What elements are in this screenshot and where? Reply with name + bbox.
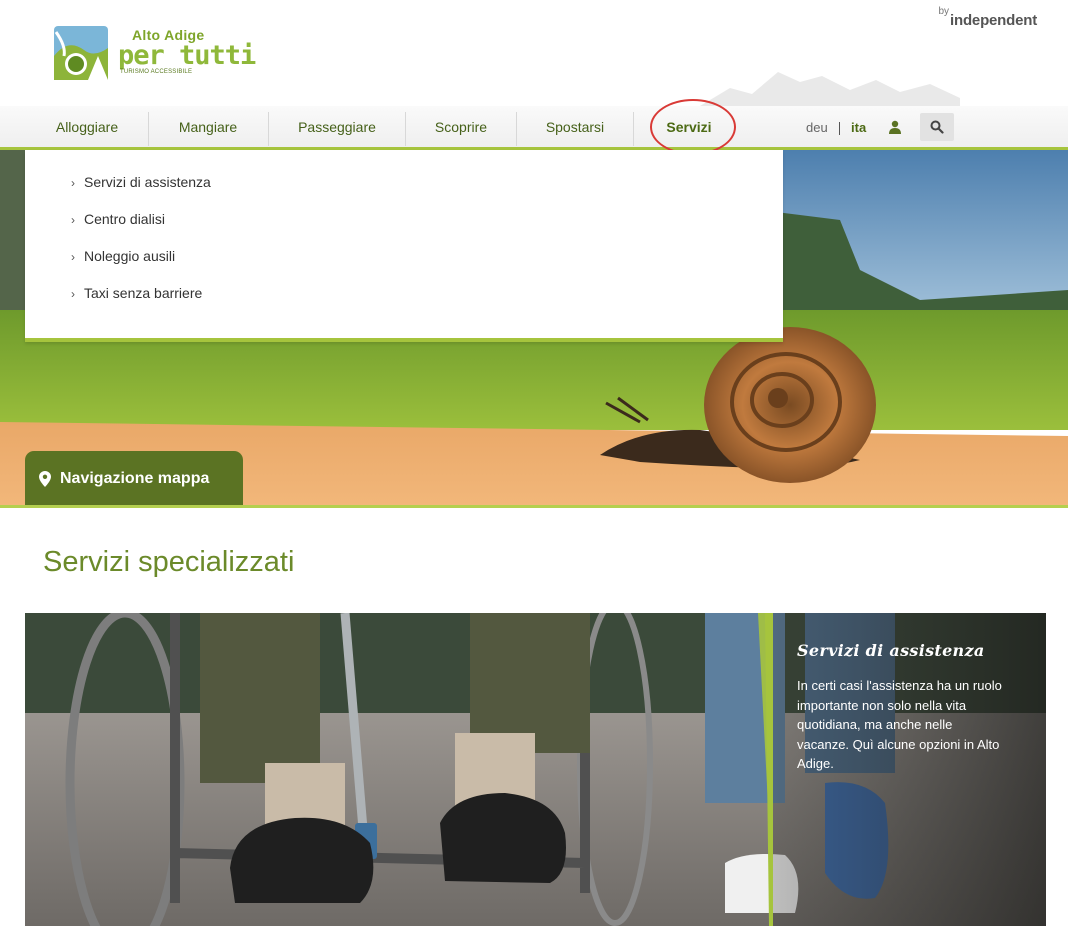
dropdown-item-servizi-di-assistenza[interactable]: › Servizi di assistenza: [71, 174, 211, 190]
site-logo[interactable]: Alto Adige per tutti TURISMO ACCESSIBILE: [54, 26, 256, 80]
dropdown-item-noleggio-ausili[interactable]: › Noleggio ausili: [71, 248, 175, 264]
nav-divider: [148, 112, 149, 146]
independent-logo[interactable]: by independent: [938, 6, 1037, 29]
nav-item-servizi[interactable]: Servizi: [640, 106, 738, 147]
search-button[interactable]: [920, 113, 954, 141]
dropdown-item-taxi-senza-barriere[interactable]: › Taxi senza barriere: [71, 285, 202, 301]
dropdown-item-label: Noleggio ausili: [84, 248, 176, 264]
user-icon[interactable]: [888, 120, 902, 139]
nav-item-spostarsi[interactable]: Spostarsi: [520, 106, 630, 147]
nav-divider: [268, 112, 269, 146]
language-ita[interactable]: ita: [851, 106, 866, 147]
card-content: Servizi di assistenza In certi casi l'as…: [797, 641, 1007, 774]
language-divider: [839, 122, 840, 135]
chevron-right-icon: ›: [71, 176, 75, 190]
map-pin-icon: [39, 470, 51, 487]
byline-by: by: [938, 6, 950, 17]
nav-divider: [633, 112, 634, 146]
nav-item-alloggiare[interactable]: Alloggiare: [30, 106, 144, 147]
card-description: In certi casi l'assistenza ha un ruolo i…: [797, 678, 1002, 771]
chevron-right-icon: ›: [71, 287, 75, 301]
main-navigation: Alloggiare Mangiare Passeggiare Scoprire…: [0, 106, 1068, 150]
byline-brand: independent: [950, 12, 1037, 29]
hero-divider: [0, 505, 1068, 508]
chevron-right-icon: ›: [71, 213, 75, 227]
logo-subtitle: per tutti: [118, 40, 256, 71]
map-navigation-button[interactable]: Navigazione mappa: [25, 451, 243, 506]
servizi-dropdown-menu: › Servizi di assistenza › Centro dialisi ›…: [25, 150, 783, 342]
dropdown-item-label: Taxi senza barriere: [84, 285, 203, 301]
page-title: Servizi specializzati: [43, 546, 295, 578]
byline-brand-text: independent: [950, 12, 1037, 29]
map-navigation-label: Navigazione mappa: [60, 469, 210, 487]
nav-divider: [405, 112, 406, 146]
mountains-decoration-icon: [700, 72, 960, 106]
nav-divider: [516, 112, 517, 146]
nav-item-mangiare[interactable]: Mangiare: [152, 106, 264, 147]
logo-mark-icon: [54, 26, 108, 80]
search-icon: [930, 120, 944, 134]
site-header: Alto Adige per tutti TURISMO ACCESSIBILE…: [0, 0, 1068, 106]
dropdown-item-centro-dialisi[interactable]: › Centro dialisi: [71, 211, 165, 227]
nav-item-passeggiare[interactable]: Passeggiare: [272, 106, 402, 147]
language-deu[interactable]: deu: [806, 106, 828, 147]
dropdown-item-label: Centro dialisi: [84, 211, 165, 227]
card-title[interactable]: Servizi di assistenza: [797, 641, 1007, 660]
nav-item-scoprire[interactable]: Scoprire: [409, 106, 513, 147]
dropdown-item-label: Servizi di assistenza: [84, 174, 211, 190]
chevron-right-icon: ›: [71, 250, 75, 264]
